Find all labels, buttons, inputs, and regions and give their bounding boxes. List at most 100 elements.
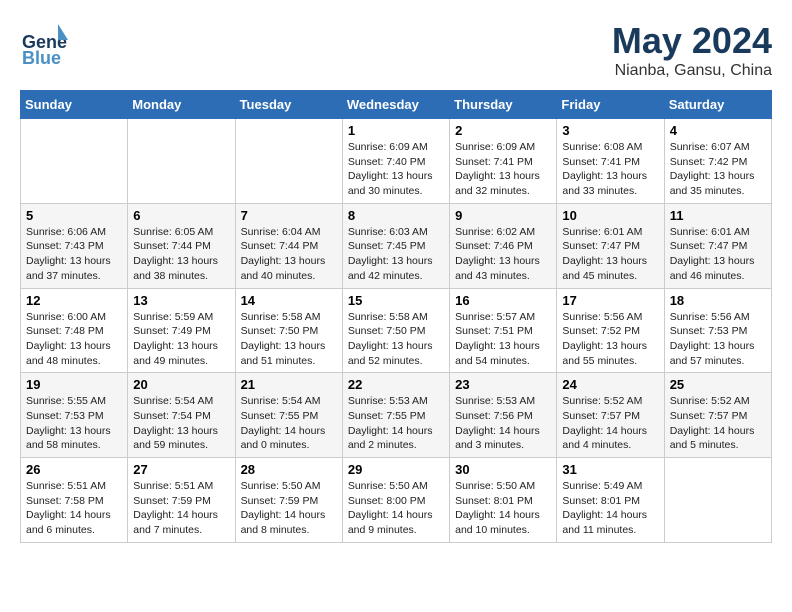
- day-info: Sunrise: 5:50 AM Sunset: 8:00 PM Dayligh…: [348, 479, 444, 538]
- calendar-cell: 9 Sunrise: 6:02 AM Sunset: 7:46 PM Daylig…: [450, 203, 557, 288]
- svg-text:Blue: Blue: [22, 48, 61, 68]
- page-header: General Blue May 2024 Nianba, Gansu, Chi…: [20, 20, 772, 80]
- weekday-header: Thursday: [450, 91, 557, 119]
- day-number: 1: [348, 123, 444, 138]
- day-number: 15: [348, 293, 444, 308]
- calendar-cell: [664, 458, 771, 543]
- calendar-cell: 30 Sunrise: 5:50 AM Sunset: 8:01 PM Dayli…: [450, 458, 557, 543]
- calendar-cell: 6 Sunrise: 6:05 AM Sunset: 7:44 PM Daylig…: [128, 203, 235, 288]
- day-number: 30: [455, 462, 551, 477]
- weekday-header: Saturday: [664, 91, 771, 119]
- calendar-cell: 16 Sunrise: 5:57 AM Sunset: 7:51 PM Dayli…: [450, 288, 557, 373]
- calendar-header-row: SundayMondayTuesdayWednesdayThursdayFrid…: [21, 91, 772, 119]
- calendar-cell: 29 Sunrise: 5:50 AM Sunset: 8:00 PM Dayli…: [342, 458, 449, 543]
- day-number: 21: [241, 377, 337, 392]
- calendar-cell: [21, 119, 128, 204]
- day-number: 3: [562, 123, 658, 138]
- day-number: 25: [670, 377, 766, 392]
- month-title: May 2024: [612, 20, 772, 62]
- day-info: Sunrise: 5:51 AM Sunset: 7:59 PM Dayligh…: [133, 479, 229, 538]
- day-number: 11: [670, 208, 766, 223]
- calendar-cell: 31 Sunrise: 5:49 AM Sunset: 8:01 PM Dayli…: [557, 458, 664, 543]
- weekday-header: Friday: [557, 91, 664, 119]
- day-number: 10: [562, 208, 658, 223]
- calendar-cell: 27Sunrise: 5:51 AM Sunset: 7:59 PM Dayli…: [128, 458, 235, 543]
- day-info: Sunrise: 5:50 AM Sunset: 8:01 PM Dayligh…: [455, 479, 551, 538]
- title-block: May 2024 Nianba, Gansu, China: [612, 20, 772, 80]
- day-number: 9: [455, 208, 551, 223]
- calendar-cell: 28 Sunrise: 5:50 AM Sunset: 7:59 PM Dayli…: [235, 458, 342, 543]
- day-info: Sunrise: 6:00 AM Sunset: 7:48 PM Dayligh…: [26, 310, 122, 369]
- calendar-cell: [235, 119, 342, 204]
- day-number: 20: [133, 377, 229, 392]
- day-info: Sunrise: 5:56 AM Sunset: 7:52 PM Dayligh…: [562, 310, 658, 369]
- calendar-cell: [128, 119, 235, 204]
- day-number: 7: [241, 208, 337, 223]
- calendar-cell: 21Sunrise: 5:54 AM Sunset: 7:55 PM Dayli…: [235, 373, 342, 458]
- logo: General Blue: [20, 20, 68, 68]
- day-info: Sunrise: 5:49 AM Sunset: 8:01 PM Dayligh…: [562, 479, 658, 538]
- day-number: 12: [26, 293, 122, 308]
- day-info: Sunrise: 6:01 AM Sunset: 7:47 PM Dayligh…: [670, 225, 766, 284]
- weekday-header: Sunday: [21, 91, 128, 119]
- calendar-cell: 8Sunrise: 6:03 AM Sunset: 7:45 PM Daylig…: [342, 203, 449, 288]
- calendar-cell: 2 Sunrise: 6:09 AM Sunset: 7:41 PM Daylig…: [450, 119, 557, 204]
- calendar-week-row: 12 Sunrise: 6:00 AM Sunset: 7:48 PM Dayli…: [21, 288, 772, 373]
- day-info: Sunrise: 6:07 AM Sunset: 7:42 PM Dayligh…: [670, 140, 766, 199]
- day-number: 6: [133, 208, 229, 223]
- day-info: Sunrise: 5:52 AM Sunset: 7:57 PM Dayligh…: [670, 394, 766, 453]
- day-number: 31: [562, 462, 658, 477]
- calendar-week-row: 1 Sunrise: 6:09 AM Sunset: 7:40 PM Daylig…: [21, 119, 772, 204]
- calendar-cell: 24 Sunrise: 5:52 AM Sunset: 7:57 PM Dayli…: [557, 373, 664, 458]
- calendar-cell: 5Sunrise: 6:06 AM Sunset: 7:43 PM Daylig…: [21, 203, 128, 288]
- calendar-cell: 11 Sunrise: 6:01 AM Sunset: 7:47 PM Dayli…: [664, 203, 771, 288]
- day-info: Sunrise: 6:08 AM Sunset: 7:41 PM Dayligh…: [562, 140, 658, 199]
- day-number: 8: [348, 208, 444, 223]
- day-number: 13: [133, 293, 229, 308]
- calendar-cell: 18Sunrise: 5:56 AM Sunset: 7:53 PM Dayli…: [664, 288, 771, 373]
- day-number: 23: [455, 377, 551, 392]
- calendar-cell: 12 Sunrise: 6:00 AM Sunset: 7:48 PM Dayli…: [21, 288, 128, 373]
- calendar-cell: 1 Sunrise: 6:09 AM Sunset: 7:40 PM Daylig…: [342, 119, 449, 204]
- day-info: Sunrise: 5:59 AM Sunset: 7:49 PM Dayligh…: [133, 310, 229, 369]
- day-number: 22: [348, 377, 444, 392]
- day-number: 2: [455, 123, 551, 138]
- day-info: Sunrise: 5:55 AM Sunset: 7:53 PM Dayligh…: [26, 394, 122, 453]
- day-number: 24: [562, 377, 658, 392]
- day-info: Sunrise: 6:09 AM Sunset: 7:41 PM Dayligh…: [455, 140, 551, 199]
- logo-icon: General Blue: [20, 20, 68, 68]
- day-number: 16: [455, 293, 551, 308]
- calendar-cell: 25 Sunrise: 5:52 AM Sunset: 7:57 PM Dayli…: [664, 373, 771, 458]
- day-info: Sunrise: 6:04 AM Sunset: 7:44 PM Dayligh…: [241, 225, 337, 284]
- day-number: 28: [241, 462, 337, 477]
- day-info: Sunrise: 5:58 AM Sunset: 7:50 PM Dayligh…: [348, 310, 444, 369]
- calendar-week-row: 26 Sunrise: 5:51 AM Sunset: 7:58 PM Dayli…: [21, 458, 772, 543]
- calendar-cell: 20 Sunrise: 5:54 AM Sunset: 7:54 PM Dayli…: [128, 373, 235, 458]
- calendar-cell: 4Sunrise: 6:07 AM Sunset: 7:42 PM Daylig…: [664, 119, 771, 204]
- day-number: 17: [562, 293, 658, 308]
- calendar-week-row: 19Sunrise: 5:55 AM Sunset: 7:53 PM Dayli…: [21, 373, 772, 458]
- day-info: Sunrise: 6:05 AM Sunset: 7:44 PM Dayligh…: [133, 225, 229, 284]
- day-number: 26: [26, 462, 122, 477]
- calendar-cell: 15 Sunrise: 5:58 AM Sunset: 7:50 PM Dayli…: [342, 288, 449, 373]
- calendar-table: SundayMondayTuesdayWednesdayThursdayFrid…: [20, 90, 772, 543]
- day-info: Sunrise: 5:54 AM Sunset: 7:54 PM Dayligh…: [133, 394, 229, 453]
- day-info: Sunrise: 6:02 AM Sunset: 7:46 PM Dayligh…: [455, 225, 551, 284]
- day-info: Sunrise: 5:52 AM Sunset: 7:57 PM Dayligh…: [562, 394, 658, 453]
- day-info: Sunrise: 5:50 AM Sunset: 7:59 PM Dayligh…: [241, 479, 337, 538]
- day-number: 14: [241, 293, 337, 308]
- calendar-cell: 19Sunrise: 5:55 AM Sunset: 7:53 PM Dayli…: [21, 373, 128, 458]
- calendar-cell: 3 Sunrise: 6:08 AM Sunset: 7:41 PM Daylig…: [557, 119, 664, 204]
- day-info: Sunrise: 6:06 AM Sunset: 7:43 PM Dayligh…: [26, 225, 122, 284]
- day-number: 29: [348, 462, 444, 477]
- calendar-cell: 13 Sunrise: 5:59 AM Sunset: 7:49 PM Dayli…: [128, 288, 235, 373]
- calendar-cell: 17 Sunrise: 5:56 AM Sunset: 7:52 PM Dayli…: [557, 288, 664, 373]
- calendar-cell: 7 Sunrise: 6:04 AM Sunset: 7:44 PM Daylig…: [235, 203, 342, 288]
- day-info: Sunrise: 5:58 AM Sunset: 7:50 PM Dayligh…: [241, 310, 337, 369]
- day-info: Sunrise: 5:51 AM Sunset: 7:58 PM Dayligh…: [26, 479, 122, 538]
- day-info: Sunrise: 5:57 AM Sunset: 7:51 PM Dayligh…: [455, 310, 551, 369]
- day-info: Sunrise: 6:09 AM Sunset: 7:40 PM Dayligh…: [348, 140, 444, 199]
- calendar-week-row: 5Sunrise: 6:06 AM Sunset: 7:43 PM Daylig…: [21, 203, 772, 288]
- day-info: Sunrise: 5:53 AM Sunset: 7:55 PM Dayligh…: [348, 394, 444, 453]
- calendar-cell: 23Sunrise: 5:53 AM Sunset: 7:56 PM Dayli…: [450, 373, 557, 458]
